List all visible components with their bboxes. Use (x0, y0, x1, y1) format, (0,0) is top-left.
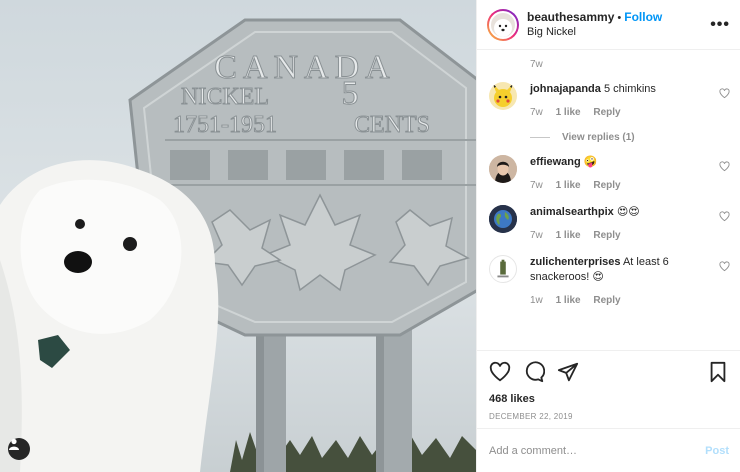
logo-avatar-icon[interactable] (489, 255, 517, 283)
person-icon (9, 438, 19, 450)
comment-item: animalsearthpix 😍😍 7w 1 like Reply (489, 205, 730, 243)
share-paper-plane-icon[interactable] (557, 361, 579, 383)
comment-likes[interactable]: 1 like (556, 107, 581, 118)
portrait-avatar-icon[interactable] (489, 155, 517, 183)
comment-username[interactable]: johnajapanda (530, 83, 601, 95)
like-heart-icon[interactable] (489, 361, 511, 383)
samoyed-dog (0, 160, 219, 472)
action-bar (489, 359, 729, 385)
reply-button[interactable]: Reply (593, 295, 620, 306)
comment-text: 😍😍 (616, 206, 640, 218)
author-username[interactable]: beauthesammy (527, 10, 614, 24)
header-separator: • (617, 12, 622, 24)
coin-value-text: 5 (342, 75, 359, 112)
save-bookmark-icon[interactable] (707, 361, 729, 383)
instagram-post: CANADA NICKEL 1751-1951 5 CENTS beauthes… (0, 0, 740, 472)
view-replies-label: View replies (1) (562, 132, 635, 143)
comment-likes[interactable]: 1 like (556, 295, 581, 306)
post-date: DECEMBER 22, 2019 (489, 412, 573, 421)
coin-years-text: 1751-1951 (173, 112, 277, 138)
follow-button[interactable]: Follow (624, 10, 662, 24)
post-header: beauthesammy • Follow Big Nickel ••• (477, 0, 740, 50)
view-replies-button[interactable]: View replies (1) (530, 132, 730, 143)
replies-divider (530, 137, 550, 138)
comment-likes[interactable]: 1 like (556, 230, 581, 241)
dog-avatar-icon (494, 18, 512, 37)
comment-username[interactable]: effiewang (530, 156, 581, 168)
comment-time: 7w (530, 180, 543, 191)
comment-text: 5 chimkins (603, 83, 656, 95)
like-comment-heart-icon[interactable] (719, 211, 730, 222)
comment-bubble-icon[interactable] (523, 361, 545, 383)
comments-section[interactable]: 7w johnajapanda 5 chimkins 7w 1 like Rep… (477, 50, 740, 350)
comment-input[interactable] (489, 444, 706, 457)
comment-item: zulichenterprises At least 6 snackeroos!… (489, 255, 730, 308)
comment-item: effiewang 🤪 7w 1 like Reply (489, 155, 730, 193)
coin-cents-text: CENTS (354, 112, 430, 138)
post-location[interactable]: Big Nickel (527, 25, 710, 39)
comment-username[interactable]: zulichenterprises (530, 256, 620, 268)
pikachu-avatar-icon[interactable] (489, 82, 517, 110)
comment-likes[interactable]: 1 like (556, 180, 581, 191)
comment-time: 7w (530, 107, 543, 118)
post-side-panel: beauthesammy•Follow Big Nickel ••• 7w (476, 0, 740, 472)
like-comment-heart-icon[interactable] (719, 88, 730, 99)
coin-word-text: NICKEL (181, 84, 269, 110)
post-photo[interactable]: CANADA NICKEL 1751-1951 5 CENTS (0, 0, 476, 472)
post-comment-button[interactable]: Post (705, 445, 729, 457)
comment-text: 🤪 (583, 156, 598, 168)
tagged-users-button[interactable] (8, 438, 30, 460)
dog-nose (64, 251, 92, 273)
caption-timestamp: 7w (530, 59, 543, 70)
comment-time: 7w (530, 230, 543, 241)
add-comment-bar: Post (477, 428, 740, 472)
author-avatar[interactable] (487, 8, 519, 41)
reply-button[interactable]: Reply (593, 107, 620, 118)
comment-time: 1w (530, 295, 543, 306)
comment-username[interactable]: animalsearthpix (530, 206, 614, 218)
big-nickel-scene: CANADA NICKEL 1751-1951 5 CENTS (0, 18, 476, 472)
coin-country-text: CANADA (214, 49, 395, 86)
post-actions-section: 468 likes DECEMBER 22, 2019 (477, 350, 740, 421)
reply-button[interactable]: Reply (593, 230, 620, 241)
comment-item: johnajapanda 5 chimkins 7w 1 like Reply (489, 82, 730, 120)
like-comment-heart-icon[interactable] (719, 161, 730, 172)
likes-count[interactable]: 468 likes (489, 393, 729, 405)
like-comment-heart-icon[interactable] (719, 261, 730, 272)
more-options-button[interactable]: ••• (710, 16, 730, 34)
reply-button[interactable]: Reply (593, 180, 620, 191)
earth-avatar-icon[interactable] (489, 205, 517, 233)
